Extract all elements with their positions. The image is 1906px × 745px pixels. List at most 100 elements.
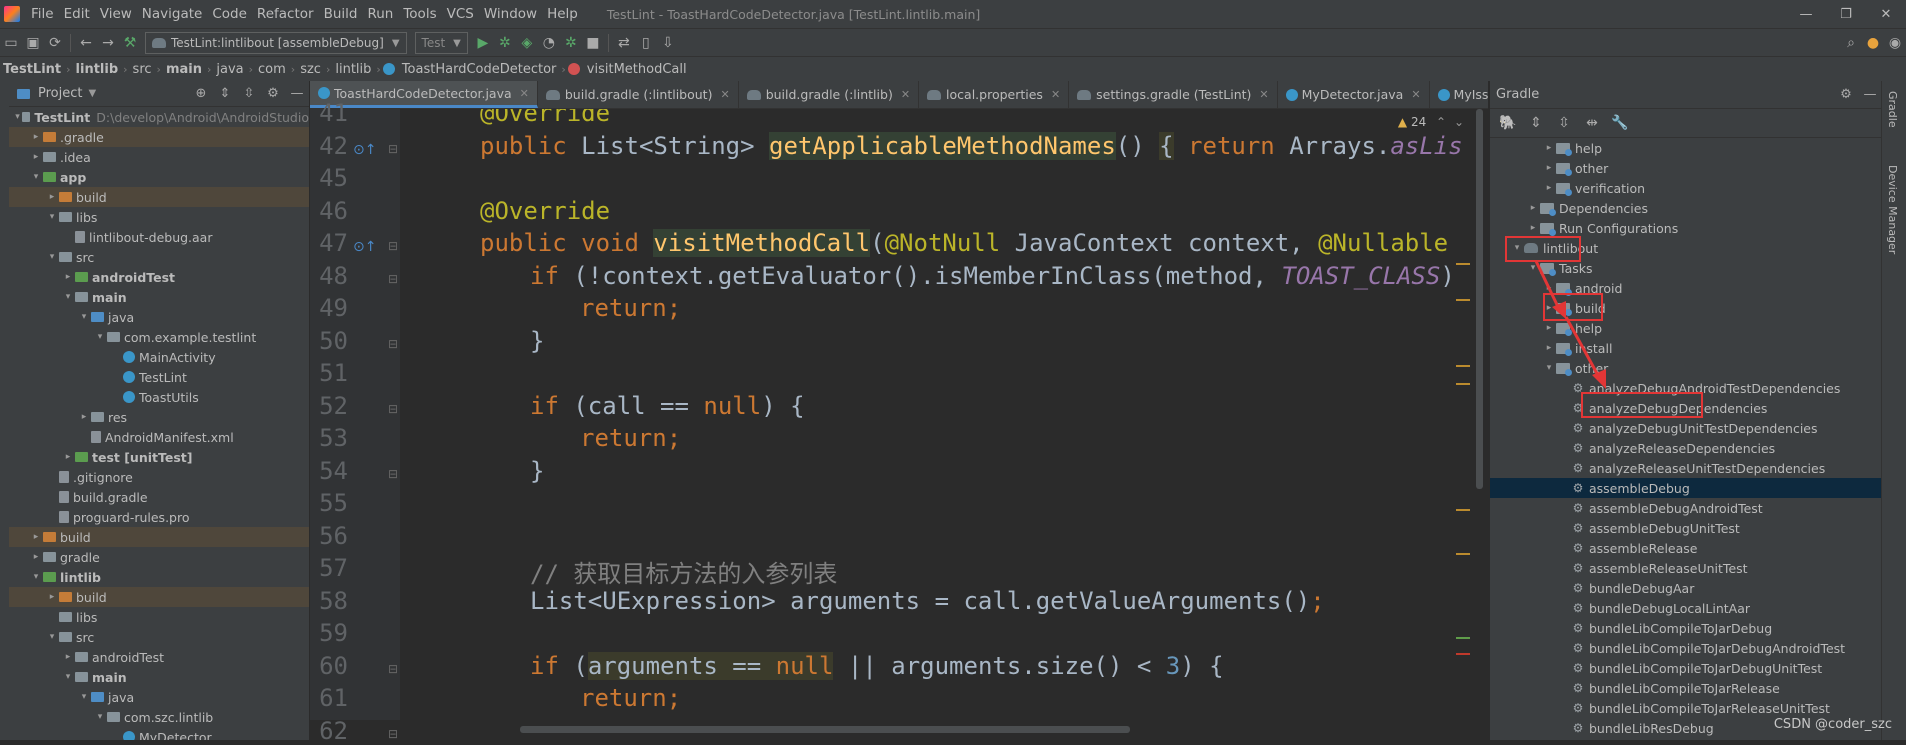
restore-icon[interactable]: ❐: [1826, 7, 1866, 22]
save-all-icon[interactable]: ▣: [22, 35, 44, 51]
chevron-right-icon[interactable]: ▸: [1542, 183, 1556, 193]
tree-item[interactable]: ▾ TestLint D:\develop\Android\AndroidStudi…: [9, 107, 309, 127]
tree-item[interactable]: ▾ main: [9, 667, 309, 687]
fold-marker-icon[interactable]: ⊟: [388, 727, 398, 741]
tree-item[interactable]: ▸ gradle: [9, 547, 309, 567]
chevron-right-icon[interactable]: ▸: [1542, 323, 1556, 333]
device-manager-tool-tab[interactable]: Device Manager: [1886, 165, 1899, 254]
editor-tab[interactable]: build.gradle (:lintlib) ✕: [739, 81, 920, 108]
fold-marker-icon[interactable]: ⊟: [388, 272, 398, 286]
hammer-icon[interactable]: ⚒: [119, 35, 141, 51]
chevron-down-icon[interactable]: ▾: [77, 692, 91, 702]
sdk-manager-icon[interactable]: ⇩: [657, 35, 679, 51]
menu-run[interactable]: Run: [362, 6, 398, 22]
gradle-tree-item[interactable]: ⚙ bundleLibCompileToJarDebug: [1490, 618, 1882, 638]
breadcrumb-item[interactable]: com: [255, 62, 289, 77]
horizontal-scrollbar[interactable]: [400, 720, 1472, 740]
forward-arrow-icon[interactable]: →: [97, 35, 119, 51]
menu-navigate[interactable]: Navigate: [137, 6, 208, 22]
chevron-right-icon[interactable]: ▸: [29, 132, 43, 142]
override-marker-icon[interactable]: ⊙↑: [353, 239, 376, 255]
chevron-right-icon[interactable]: ▸: [77, 412, 91, 422]
breadcrumb-item[interactable]: TestLint: [0, 62, 64, 77]
search-icon[interactable]: ⌕: [1840, 35, 1862, 51]
menu-window[interactable]: Window: [479, 6, 542, 22]
gradle-tree-item[interactable]: ▾ other: [1490, 358, 1882, 378]
chevron-down-icon[interactable]: ▾: [77, 312, 91, 322]
device-manager-icon[interactable]: ▯: [635, 35, 657, 51]
chevron-down-icon[interactable]: ▾: [29, 172, 43, 182]
open-folder-icon[interactable]: ▭: [0, 35, 22, 51]
minimize-icon[interactable]: —: [1786, 7, 1826, 22]
project-panel-title[interactable]: Project: [38, 86, 82, 101]
fold-marker-icon[interactable]: ⊟: [388, 467, 398, 481]
close-tab-icon[interactable]: ✕: [520, 87, 529, 100]
fold-marker-icon[interactable]: ⊟: [388, 402, 398, 416]
gradle-tree-item[interactable]: ⚙ assembleReleaseUnitTest: [1490, 558, 1882, 578]
gradle-tree-item[interactable]: ▸ Dependencies: [1490, 198, 1882, 218]
fold-marker-icon[interactable]: ⊟: [388, 337, 398, 351]
expand-all-icon[interactable]: ⇕: [1522, 115, 1550, 131]
locate-icon[interactable]: ⊕: [189, 86, 213, 101]
gradle-tree-item[interactable]: ⚙ bundleDebugLocalLintAar: [1490, 598, 1882, 618]
menu-view[interactable]: View: [95, 6, 137, 22]
run-config-select[interactable]: TestLint:lintlibout [assembleDebug] ▼: [145, 32, 407, 54]
editor-tab[interactable]: MyIssu✕: [1430, 81, 1488, 108]
chevron-down-icon[interactable]: ▾: [61, 672, 75, 682]
chevron-down-icon[interactable]: ▾: [45, 632, 59, 642]
chevron-down-icon[interactable]: ▾: [93, 712, 107, 722]
breadcrumb-item[interactable]: src: [130, 62, 155, 77]
tree-item[interactable]: ▸ build: [9, 587, 309, 607]
chevron-down-icon[interactable]: ▾: [45, 212, 59, 222]
build-settings-icon[interactable]: 🔧: [1606, 115, 1634, 131]
gradle-tree-item[interactable]: ⚙ assembleDebug: [1490, 478, 1882, 498]
gradle-tree-item[interactable]: ▸ Run Configurations: [1490, 218, 1882, 238]
tree-item[interactable]: ▸ res: [9, 407, 309, 427]
gradle-tree-item[interactable]: ⚙ bundleDebugAar: [1490, 578, 1882, 598]
chevron-down-icon[interactable]: ▾: [61, 292, 75, 302]
tree-item[interactable]: ▾ java: [9, 307, 309, 327]
gradle-tree-item[interactable]: ▸ verification: [1490, 178, 1882, 198]
expand-all-icon[interactable]: ⇕: [213, 86, 237, 101]
chevron-down-icon[interactable]: ▾: [45, 252, 59, 262]
tree-item[interactable]: ▸ androidTest: [9, 647, 309, 667]
tree-item[interactable]: ▾ src: [9, 627, 309, 647]
tree-item[interactable]: ▸ .gradle: [9, 127, 309, 147]
tree-item[interactable]: ▾ com.szc.lintlib: [9, 707, 309, 727]
editor-tab[interactable]: local.properties ✕: [919, 81, 1070, 108]
chevron-right-icon[interactable]: ▸: [1542, 163, 1556, 173]
chevron-right-icon[interactable]: ▸: [29, 532, 43, 542]
tree-item[interactable]: ▾ app: [9, 167, 309, 187]
breadcrumb-item[interactable]: java: [213, 62, 246, 77]
tree-item[interactable]: MyDetector: [9, 727, 309, 740]
tree-item[interactable]: libs: [9, 607, 309, 627]
gradle-tree-item[interactable]: ▸ help: [1490, 138, 1882, 158]
fold-marker-icon[interactable]: ⊟: [388, 662, 398, 676]
collapse-all-icon[interactable]: ⇳: [237, 86, 261, 101]
tree-item[interactable]: ▸ build: [9, 527, 309, 547]
chevron-right-icon[interactable]: ▸: [29, 552, 43, 562]
gradle-tree-item[interactable]: ⚙ assembleDebugAndroidTest: [1490, 498, 1882, 518]
gradle-tree-item[interactable]: ▸ other: [1490, 158, 1882, 178]
update-icon[interactable]: ●: [1862, 35, 1884, 51]
fold-marker-icon[interactable]: ⊟: [388, 239, 398, 253]
chevron-right-icon[interactable]: ▸: [45, 192, 59, 202]
gradle-tree-item[interactable]: ⚙ bundleLibCompileToJarDebugUnitTest: [1490, 658, 1882, 678]
tree-item[interactable]: ▾ main: [9, 287, 309, 307]
code-area[interactable]: @Override public List<String> getApplicab…: [400, 109, 1472, 720]
close-tab-icon[interactable]: ✕: [720, 88, 729, 101]
chevron-right-icon[interactable]: ▸: [45, 592, 59, 602]
sync-gradle-icon[interactable]: ⇄: [613, 35, 635, 51]
attach-debugger-icon[interactable]: ✲: [560, 35, 582, 51]
chevron-down-icon[interactable]: ▾: [1542, 363, 1556, 373]
tree-item[interactable]: ▾ libs: [9, 207, 309, 227]
gradle-tree-item[interactable]: ⚙ assembleRelease: [1490, 538, 1882, 558]
menu-code[interactable]: Code: [207, 6, 252, 22]
chevron-right-icon[interactable]: ▸: [1526, 223, 1540, 233]
tree-item[interactable]: ▸ test [unitTest]: [9, 447, 309, 467]
close-tab-icon[interactable]: ✕: [1411, 88, 1420, 101]
breadcrumb-item[interactable]: szc: [297, 62, 324, 77]
chevron-right-icon[interactable]: ▸: [1542, 343, 1556, 353]
menu-build[interactable]: Build: [319, 6, 363, 22]
avatar-icon[interactable]: ◉: [1884, 35, 1906, 51]
